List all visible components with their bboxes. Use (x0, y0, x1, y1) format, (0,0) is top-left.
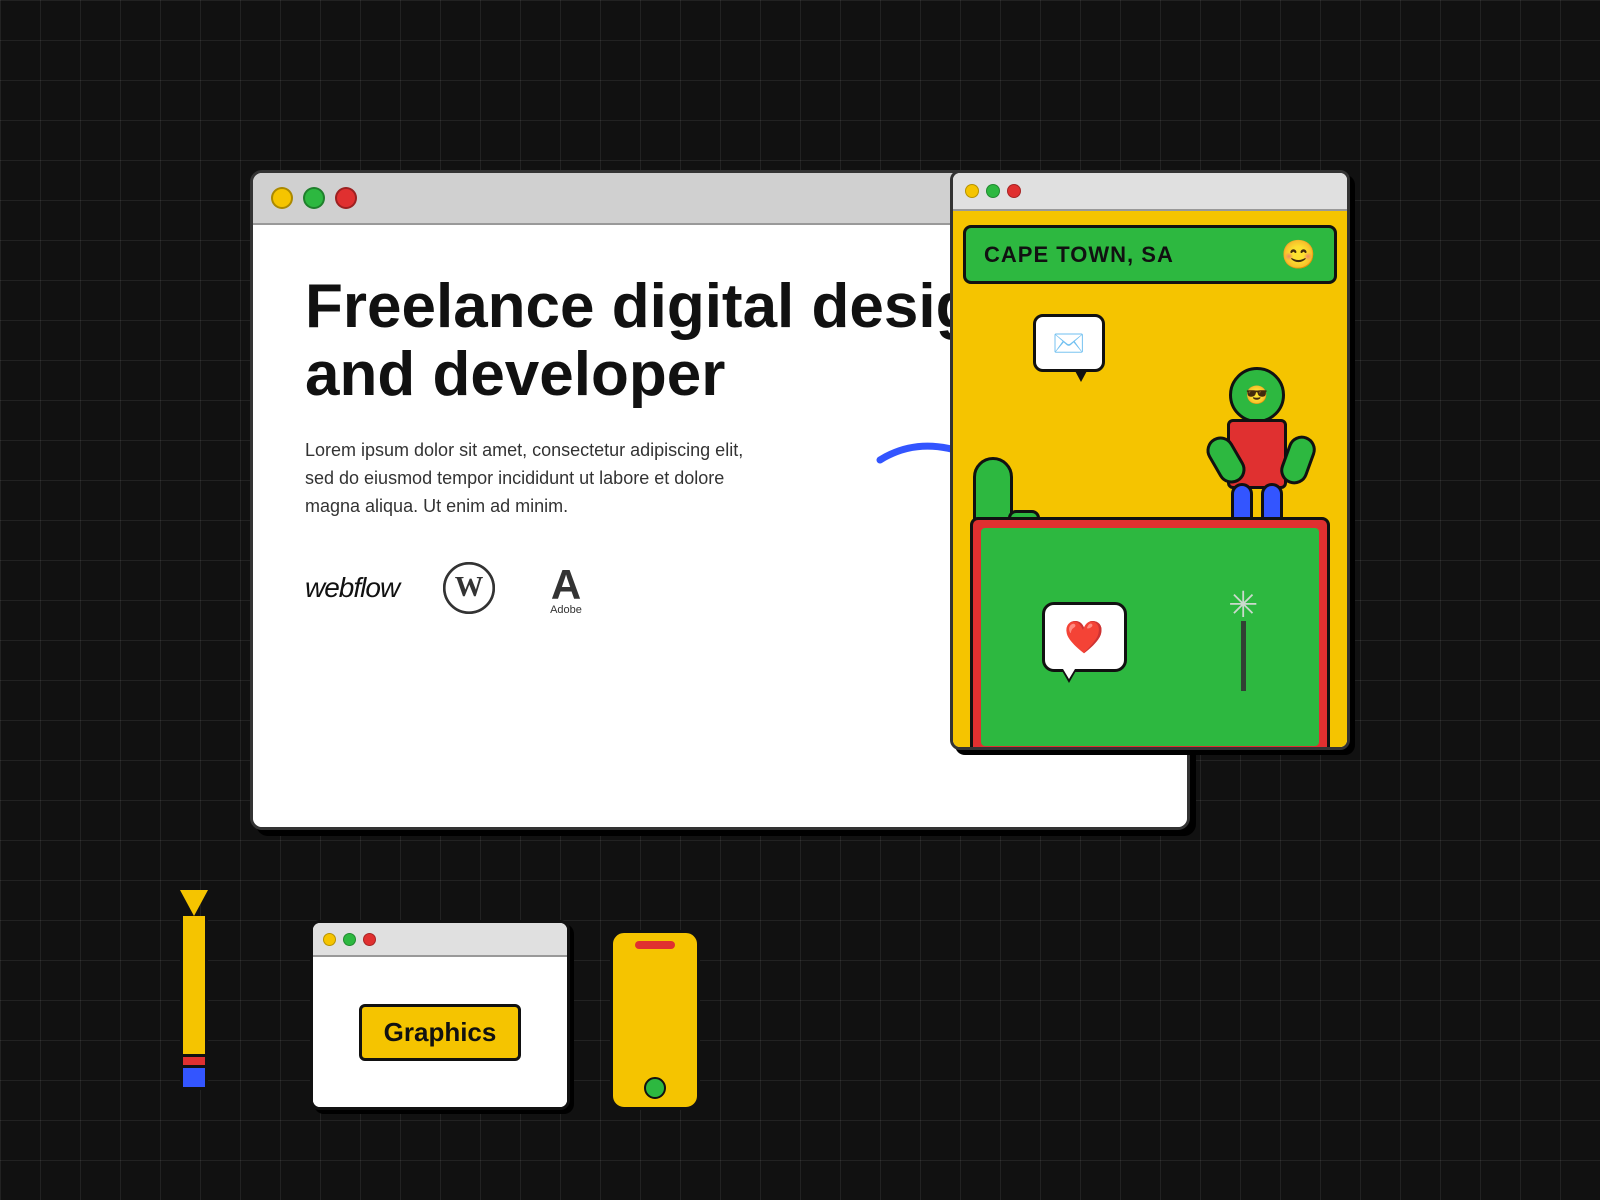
svg-text:Adobe: Adobe (550, 604, 582, 615)
person-glasses: 😎 (1246, 385, 1268, 406)
phone-speaker (635, 941, 675, 949)
laptop-base (950, 747, 1350, 750)
pencil-illustration (180, 890, 208, 1090)
cape-town-browser: CAPE TOWN, SA 😊 ✉️ 😎 (950, 170, 1350, 750)
email-speech-bubble: ✉️ (1033, 314, 1105, 372)
mini-titlebar (313, 923, 567, 957)
laptop-monitor: ❤️ ✳ (970, 517, 1330, 750)
mini-browser-graphics: Graphics (310, 920, 570, 1110)
character-area: ✉️ 😎 (953, 284, 1347, 747)
cape-tl-yellow[interactable] (965, 184, 979, 198)
pencil-eraser (180, 1068, 208, 1090)
main-scene: Freelance digital designer and developer… (250, 170, 1350, 1030)
graphics-badge: Graphics (359, 1004, 522, 1061)
body-text: Lorem ipsum dolor sit amet, consectetur … (305, 437, 745, 521)
phone-body (621, 949, 689, 1077)
wind-turbine: ✳ (1228, 584, 1258, 691)
phone-home-button[interactable] (644, 1077, 666, 1099)
mini-browser-content: Graphics (313, 957, 567, 1107)
adobe-logo: A Adobe (539, 561, 593, 615)
mini-tl-green[interactable] (343, 933, 356, 946)
pencil-body (180, 916, 208, 1054)
cape-address-bar: CAPE TOWN, SA 😊 (963, 225, 1337, 284)
traffic-light-yellow[interactable] (271, 187, 293, 209)
cape-address-text: CAPE TOWN, SA (984, 242, 1174, 268)
pencil-tip (180, 890, 208, 916)
heart-chat-bubble: ❤️ (1042, 602, 1127, 672)
laptop-screen-inner: ❤️ ✳ (981, 528, 1319, 746)
turbine-blades: ✳ (1228, 584, 1258, 626)
traffic-light-green[interactable] (303, 187, 325, 209)
cape-tl-green[interactable] (986, 184, 1000, 198)
mobile-phone (610, 930, 700, 1110)
turbine-pole (1241, 621, 1246, 691)
svg-text:A: A (551, 561, 581, 608)
cape-emoji: 😊 (1281, 238, 1316, 271)
svg-text:W: W (455, 572, 484, 603)
graphics-label: Graphics (384, 1017, 497, 1047)
wordpress-logo: W (443, 562, 495, 614)
cape-content: CAPE TOWN, SA 😊 ✉️ 😎 (953, 211, 1347, 747)
cape-titlebar (953, 173, 1347, 211)
webflow-logo: webflow (305, 572, 399, 604)
cape-tl-red[interactable] (1007, 184, 1021, 198)
mini-tl-yellow[interactable] (323, 933, 336, 946)
traffic-light-red[interactable] (335, 187, 357, 209)
pencil-eraser-band (180, 1054, 208, 1068)
person-head: 😎 (1229, 367, 1285, 423)
mini-tl-red[interactable] (363, 933, 376, 946)
